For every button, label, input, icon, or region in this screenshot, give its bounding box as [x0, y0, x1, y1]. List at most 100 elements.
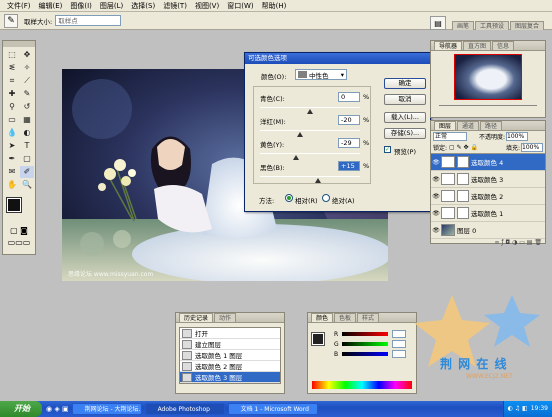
visibility-eye-icon[interactable]: 👁 [431, 193, 441, 200]
menu-file[interactable]: 文件(F) [3, 0, 35, 12]
slice-tool-icon[interactable]: ⟋ [20, 75, 34, 87]
eraser-tool-icon[interactable]: ▭ [5, 114, 19, 126]
eyedropper-tool-icon[interactable]: ✎ [4, 13, 18, 28]
magic-wand-icon[interactable]: ✧ [20, 62, 34, 74]
menu-edit[interactable]: 编辑(E) [35, 0, 67, 12]
history-row[interactable]: 打开 [180, 328, 280, 339]
move-tool-icon[interactable]: ✥ [20, 49, 34, 61]
history-row[interactable]: 选取颜色 2 图层 [180, 361, 280, 372]
tab-navigator[interactable]: 导航器 [434, 41, 463, 50]
mask-mode-icons[interactable]: ▢ ◙ [3, 226, 35, 235]
path-select-icon[interactable]: ➤ [5, 140, 19, 152]
healing-brush-icon[interactable]: ✚ [5, 88, 19, 100]
tab-swatches[interactable]: 色板 [334, 313, 357, 322]
load-button[interactable]: 载入(L)... [384, 112, 426, 123]
zoom-slider[interactable] [439, 105, 537, 106]
save-button[interactable]: 存储(S)... [384, 128, 426, 139]
layer-row[interactable]: 👁 选取颜色 4 [431, 154, 545, 171]
menu-filter[interactable]: 滤镜(T) [159, 0, 191, 12]
history-row[interactable]: 选取颜色 3 图层 [180, 372, 280, 383]
tab-histogram[interactable]: 直方图 [463, 41, 492, 50]
visibility-eye-icon[interactable]: 👁 [431, 210, 441, 217]
relative-radio[interactable] [285, 194, 293, 202]
lasso-tool-icon[interactable]: ᓬ [5, 62, 19, 74]
tab-history[interactable]: 历史记录 [179, 313, 214, 322]
tab-channels[interactable]: 通道 [457, 121, 480, 130]
dodge-tool-icon[interactable]: ◐ [20, 127, 34, 139]
palette-well-icon[interactable]: ▤ [430, 16, 446, 30]
eyedropper-icon[interactable]: ✐ [20, 166, 34, 178]
yellow-input[interactable]: -29 [338, 138, 360, 148]
cyan-input[interactable]: 0 [338, 92, 360, 102]
tab-actions[interactable]: 动作 [214, 313, 237, 322]
magenta-slider-thumb[interactable] [297, 132, 303, 137]
color-select[interactable]: 中性色 ▾ [295, 69, 347, 80]
tab-color[interactable]: 颜色 [311, 313, 334, 322]
preview-checkbox[interactable]: ✓ [384, 146, 391, 153]
r-channel-input[interactable] [392, 330, 406, 338]
shape-tool-icon[interactable]: ▢ [20, 153, 34, 165]
navigator-thumbnail[interactable] [454, 54, 522, 100]
blur-tool-icon[interactable]: 💧 [5, 127, 19, 139]
cancel-button[interactable]: 取消 [384, 94, 426, 105]
blend-mode-select[interactable]: 正常 [433, 132, 467, 141]
menu-view[interactable]: 视图(V) [191, 0, 223, 12]
start-button[interactable]: 开始 [0, 401, 42, 417]
color-fg-bg-swatch[interactable] [311, 332, 325, 346]
type-tool-icon[interactable]: T [20, 140, 34, 152]
history-row[interactable]: 选取颜色 1 图层 [180, 350, 280, 361]
crop-tool-icon[interactable]: ⌗ [5, 75, 19, 87]
absolute-radio[interactable] [322, 194, 330, 202]
menu-select[interactable]: 选择(S) [127, 0, 159, 12]
tab-brushes[interactable]: 画笔 [452, 21, 475, 30]
marquee-tool-icon[interactable]: ⬚ [5, 49, 19, 61]
notes-tool-icon[interactable]: ✉ [5, 166, 19, 178]
gradient-tool-icon[interactable]: ▦ [20, 114, 34, 126]
visibility-eye-icon[interactable]: 👁 [431, 159, 441, 166]
menu-layer[interactable]: 图层(L) [96, 0, 127, 12]
menu-help[interactable]: 帮助(H) [258, 0, 291, 12]
layers-footer-icons[interactable]: ∞ ƒ ◘ ◑ ▭ ▤ 🗑 [431, 239, 545, 247]
task-word[interactable]: 文档 1 - Microsoft Word [227, 403, 318, 415]
ok-button[interactable]: 确定 [384, 78, 426, 89]
menu-window[interactable]: 窗口(W) [223, 0, 257, 12]
brush-tool-icon[interactable]: ✎ [20, 88, 34, 100]
visibility-eye-icon[interactable]: 👁 [431, 176, 441, 183]
layer-row[interactable]: 👁 选取颜色 3 [431, 171, 545, 188]
tab-paths[interactable]: 路径 [480, 121, 503, 130]
yellow-slider-track[interactable] [260, 153, 360, 154]
b-channel-input[interactable] [392, 350, 406, 358]
history-brush-icon[interactable]: ↺ [20, 101, 34, 113]
foreground-color-swatch[interactable] [6, 197, 22, 213]
g-channel-input[interactable] [392, 340, 406, 348]
stamp-tool-icon[interactable]: ⚲ [5, 101, 19, 113]
opacity-input[interactable]: 100% [506, 132, 529, 141]
sample-size-select[interactable]: 取样点 [55, 15, 122, 26]
task-browser[interactable]: 荆网论坛 - 大荆论坛... [71, 403, 142, 415]
black-input[interactable]: +15 [338, 161, 360, 171]
black-slider-thumb[interactable] [314, 178, 321, 183]
lock-icons[interactable]: ▢ ✎ ✥ 🔒 [449, 144, 478, 151]
menu-image[interactable]: 图像(I) [66, 0, 96, 12]
pen-tool-icon[interactable]: ✒ [5, 153, 19, 165]
g-channel-slider[interactable] [342, 342, 388, 346]
tray-icons[interactable]: ◐ ♫ ◧ [508, 401, 528, 417]
yellow-slider-thumb[interactable] [292, 155, 299, 160]
screen-mode-icons[interactable]: ▭▭▭ [3, 238, 35, 247]
tab-layer-comps[interactable]: 图层复合 [510, 21, 545, 30]
tab-info[interactable]: 信息 [492, 41, 515, 50]
task-photoshop[interactable]: Adobe Photoshop [144, 403, 225, 415]
tab-styles[interactable]: 样式 [357, 313, 380, 322]
history-row[interactable]: 建立图层 [180, 339, 280, 350]
dialog-title[interactable]: 可选颜色选项 [245, 53, 430, 64]
quicklaunch-icons[interactable]: ◉ ◈ ▣ [46, 405, 69, 413]
zoom-tool-icon[interactable]: 🔍 [20, 179, 34, 191]
visibility-eye-icon[interactable]: 👁 [431, 227, 441, 234]
layer-row[interactable]: 👁 图层 0 [431, 222, 545, 239]
b-channel-slider[interactable] [342, 352, 388, 356]
tab-layers[interactable]: 图层 [434, 121, 457, 130]
layer-row[interactable]: 👁 选取颜色 2 [431, 188, 545, 205]
color-spectrum-bar[interactable] [312, 381, 412, 389]
cyan-slider-thumb[interactable] [307, 109, 313, 114]
cyan-slider-track[interactable] [260, 107, 360, 108]
